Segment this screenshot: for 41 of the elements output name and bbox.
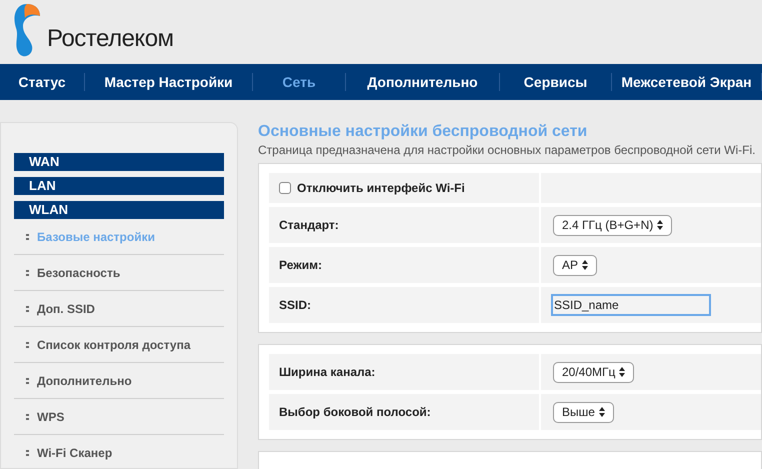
sidebar-item[interactable]: WPS [37,408,64,426]
sidebar-section[interactable]: WAN [14,153,224,171]
field-label: SSID: [279,297,312,314]
dropdown[interactable]: AP [553,254,598,276]
nav-tab[interactable]: Статус [18,72,66,92]
sidebar-section[interactable]: LAN [14,177,224,195]
checkbox[interactable] [279,182,291,194]
select-arrows-icon [619,367,626,377]
ssid-input[interactable]: SSID_name [551,294,711,316]
sidebar-item[interactable]: Безопасность [37,264,120,282]
sidebar-item[interactable]: Wi-Fi Сканер [37,444,112,462]
nav-tab[interactable]: Сеть [282,72,316,92]
dropdown[interactable]: Выше [553,402,614,422]
bullet-icon [26,270,29,276]
sidebar-section[interactable]: WLAN [14,201,224,219]
field-label: Стандарт: [279,217,339,234]
sidebar-item[interactable]: Список контроля доступа [37,336,190,354]
nav-tab[interactable]: Мастер Настройки [104,72,233,92]
nav-tab[interactable]: Сервисы [524,72,588,92]
select-arrows-icon [582,260,588,270]
sidebar-item[interactable]: Доп. SSID [37,300,95,318]
page-description: Страница предназначена для настройки основных параметров беспроводной сети Wi-Fi. [258,142,756,158]
dropdown[interactable]: 2.4 ГГц (B+G+N) [553,214,672,236]
field-label: Ширина канала: [279,364,376,381]
nav-tab[interactable]: Межсетевой Экран [621,72,752,92]
dropdown[interactable]: 20/40МГц [553,362,634,382]
select-arrows-icon [598,407,605,417]
nav-tab[interactable]: Дополнительно [367,72,478,92]
select-arrows-icon [657,220,664,230]
logo-text: Ростелеком [47,24,174,54]
bullet-icon [26,450,29,456]
page-title: Основные настройки беспроводной сети [258,123,588,141]
field-label: Режим: [279,257,322,274]
bullet-icon [26,306,29,312]
bullet-icon [26,234,29,240]
checkbox-label[interactable]: Отключить интерфейс Wi-Fi [297,179,465,197]
bullet-icon [26,414,29,420]
bullet-icon [26,342,29,348]
bullet-icon [26,378,29,384]
sidebar-item[interactable]: Дополнительно [37,372,132,390]
field-label: Выбор боковой полосой: [279,404,431,421]
